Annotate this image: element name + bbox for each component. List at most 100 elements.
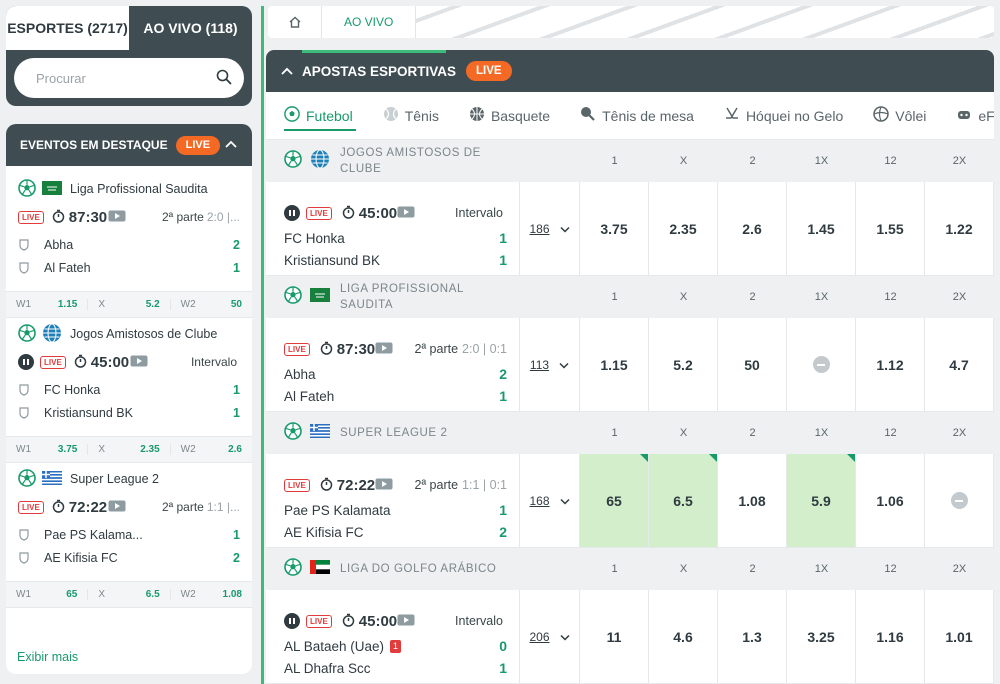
match-clock: 87:30	[68, 208, 108, 226]
league-header[interactable]: SUPER LEAGUE 2 1 X 2 1X 12 2X	[266, 412, 994, 454]
column-header: 1	[611, 427, 618, 439]
featured-event[interactable]: Liga Profissional Saudita LIVE 87:30 2ª pa…	[6, 166, 252, 318]
team-name: Pae PS Kalama...	[44, 527, 143, 542]
odds-button[interactable]: 2.35	[649, 182, 718, 275]
odds-cell[interactable]: W1 3.75	[6, 444, 89, 455]
odds-value: 5.2	[145, 299, 160, 310]
odds-button[interactable]: 5.2	[649, 318, 718, 411]
odds-button[interactable]: 65	[580, 454, 649, 547]
odds-button[interactable]: 1.22	[925, 182, 994, 275]
odds-button[interactable]: 1.06	[856, 454, 925, 547]
breadcrumb-ao-vivo[interactable]: AO VIVO	[322, 6, 417, 38]
odds-button[interactable]: 50	[718, 318, 787, 411]
odds-button[interactable]: 3.75	[580, 182, 649, 275]
part-label: Intervalo	[190, 355, 237, 369]
odds-cell[interactable]: X 6.5	[88, 589, 171, 600]
search-input[interactable]	[36, 70, 216, 86]
odds-cell[interactable]: X 2.35	[88, 444, 171, 455]
odds-button[interactable]: 4.7	[925, 318, 994, 411]
tv-icon[interactable]	[108, 500, 126, 515]
odds-button[interactable]: 6.5	[649, 454, 718, 547]
odds-button[interactable]: 1.55	[856, 182, 925, 275]
odds-button[interactable]: 1.16	[856, 590, 925, 683]
odds-button[interactable]: 1.45	[787, 182, 856, 275]
team-name: AL Dhafra Scc	[284, 660, 371, 676]
match-row: LIVE 45:00 Intervalo FC Honka 1 Kristiansund…	[266, 182, 994, 276]
team-logo-icon	[18, 383, 30, 396]
odds-button[interactable]: 4.6	[649, 590, 718, 683]
stopwatch-icon	[342, 205, 355, 222]
odds-cell[interactable]: W2 2.6	[171, 444, 252, 455]
league-header[interactable]: LIGA DO GOLFO ARÁBICO 1 X 2 1X 12 2X	[266, 548, 994, 590]
league-header[interactable]: JOGOS AMISTOSOS DE CLUBE 1 X 2 1X 12 2X	[266, 140, 994, 182]
home-icon[interactable]	[268, 6, 322, 38]
odds-button[interactable]: 3.25	[787, 590, 856, 683]
tv-icon[interactable]	[375, 342, 393, 357]
more-markets-link[interactable]: 113	[520, 318, 580, 411]
tv-icon[interactable]	[397, 206, 415, 221]
team-row: Abha 2	[18, 233, 240, 256]
odds-button[interactable]: 1.01	[925, 590, 994, 683]
match-part: 2ª parte 2:0 |...	[162, 210, 240, 224]
odds-button[interactable]: 1.12	[856, 318, 925, 411]
chevron-up-icon[interactable]	[280, 64, 294, 79]
tv-icon[interactable]	[108, 210, 126, 225]
odds-button[interactable]: 11	[580, 590, 649, 683]
team-logo-icon	[18, 551, 30, 564]
column-header: 1X	[814, 563, 829, 575]
column-header: 1	[611, 291, 618, 303]
page-title: APOSTAS ESPORTIVAS	[302, 63, 457, 79]
sport-tab-6[interactable]: eFu	[956, 106, 994, 125]
odds-cell[interactable]: X 5.2	[88, 299, 171, 310]
odds-button[interactable]: 5.9	[787, 454, 856, 547]
show-more-link[interactable]: Exibir mais	[17, 650, 78, 664]
featured-event[interactable]: Jogos Amistosos de Clube LIVE 45:00 Interv…	[6, 318, 252, 463]
featured-event[interactable]: Super League 2 LIVE 72:22 2ª parte 1:1 |...…	[6, 463, 252, 608]
match-part: Intervalo	[455, 206, 507, 220]
team-row: FC Honka 1	[18, 378, 240, 401]
league-header[interactable]: LIGA PROFISSIONAL SAUDITA 1 X 2 1X 12 2X	[266, 276, 994, 318]
soccer-ball-icon	[18, 178, 36, 200]
tv-icon[interactable]	[375, 478, 393, 493]
league-title: LIGA DO GOLFO ARÁBICO	[266, 557, 520, 581]
tv-icon[interactable]	[397, 614, 415, 629]
sport-tab-0[interactable]: Futebol	[284, 106, 353, 125]
sport-tab-5[interactable]: Vôlei	[873, 106, 926, 125]
search-icon[interactable]	[216, 69, 232, 88]
more-markets-link[interactable]: 186	[520, 182, 580, 275]
odds-cell[interactable]: W1 1.15	[6, 299, 89, 310]
tab-ao-vivo[interactable]: AO VIVO (118)	[129, 6, 252, 50]
tab-esportes[interactable]: ESPORTES (2717)	[6, 6, 129, 50]
odds-button[interactable]: 2.6	[718, 182, 787, 275]
match-info[interactable]: LIVE 87:30 2ª parte 2:0 | 0:1 Abha 2 Al Fateh…	[266, 318, 520, 411]
sport-tab-2[interactable]: Basquete	[469, 106, 550, 125]
odds-cell[interactable]: W2 1.08	[171, 589, 252, 600]
team-row: Kristiansund BK 1	[284, 250, 507, 270]
team-row: Al Fateh 1	[18, 256, 240, 279]
odds-cell[interactable]: W2 50	[171, 299, 252, 310]
odds-button[interactable]: 1.3	[718, 590, 787, 683]
part-score: 1:1 |...	[206, 500, 240, 514]
match-info[interactable]: LIVE 45:00 Intervalo AL Bataeh (Uae) 1 0 AL D…	[266, 590, 520, 683]
column-header: 2	[749, 427, 756, 439]
match-info[interactable]: LIVE 72:22 2ª parte 1:1 | 0:1 Pae PS Kalama…	[266, 454, 520, 547]
sport-tab-3[interactable]: Tênis de mesa	[580, 106, 694, 125]
match-info[interactable]: LIVE 45:00 Intervalo FC Honka 1 Kristiansund…	[266, 182, 520, 275]
sport-tab-1[interactable]: Tênis	[383, 106, 439, 125]
odds-button[interactable]: 1.08	[718, 454, 787, 547]
odds-button[interactable]: 1.15	[580, 318, 649, 411]
more-markets-link[interactable]: 206	[520, 590, 580, 683]
match-part: 2ª parte 2:0 | 0:1	[415, 342, 508, 356]
odds-cell[interactable]: W1 65	[6, 589, 89, 600]
chevron-up-icon[interactable]	[224, 138, 238, 152]
more-markets-link[interactable]: 168	[520, 454, 580, 547]
markets-count: 168	[529, 493, 550, 508]
odds-label: W2	[180, 444, 196, 455]
sport-tab-4[interactable]: Hóquei no Gelo	[724, 106, 843, 125]
tv-icon[interactable]	[130, 355, 148, 370]
time-line: LIVE 87:30 2ª parte 2:0 | 0:1	[284, 340, 507, 358]
team-score: 0	[499, 638, 507, 654]
column-header: 2X	[952, 427, 967, 439]
column-header: 12	[884, 291, 897, 303]
featured-events-panel: EVENTOS EM DESTAQUE LIVE Liga Profission…	[6, 124, 252, 674]
